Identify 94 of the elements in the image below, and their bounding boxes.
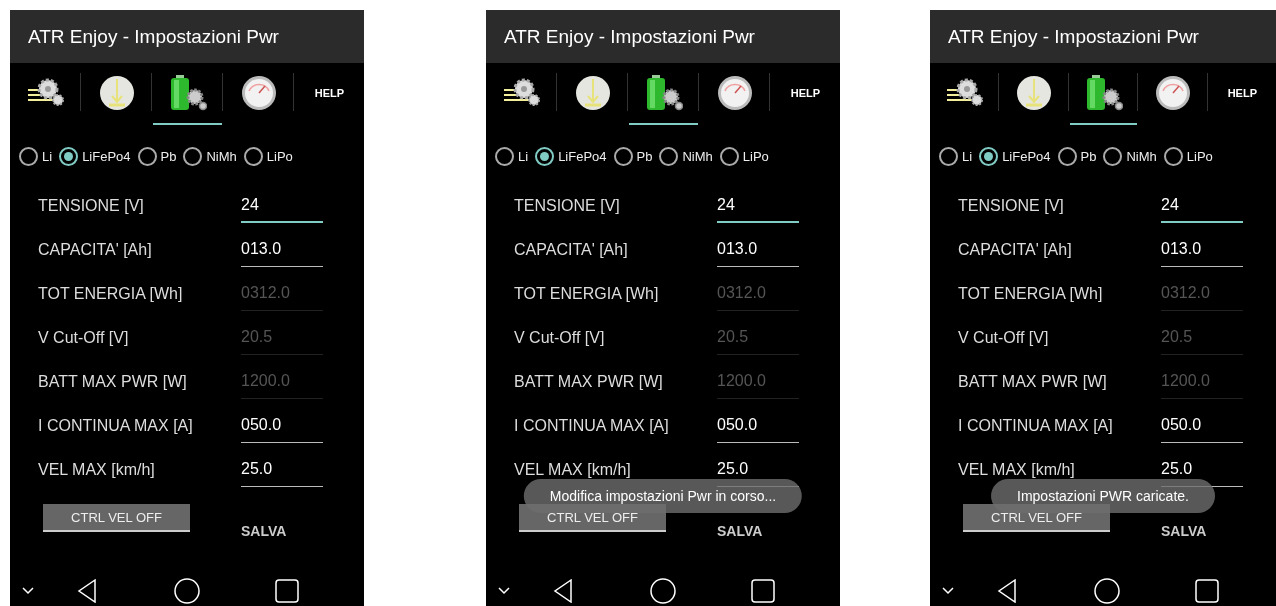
speed-control-button[interactable]: CTRL VEL OFF (43, 504, 190, 532)
chevron-down-icon[interactable] (942, 587, 954, 595)
download-icon (574, 75, 611, 111)
input-field[interactable]: 050.0 (1161, 411, 1243, 443)
field-label: TENSIONE [V] (958, 197, 1064, 215)
field-label: CAPACITA' [Ah] (38, 241, 152, 259)
field-label: TOT ENERGIA [Wh] (38, 285, 183, 303)
screen-title: ATR Enjoy - Impostazioni Pwr (504, 25, 755, 48)
battery-gear-icon (168, 75, 207, 111)
battery-type-radio[interactable]: Li (495, 146, 529, 166)
field-label: V Cut-Off [V] (958, 329, 1049, 347)
field-label: I CONTINUA MAX [A] (958, 417, 1113, 435)
back-icon[interactable] (553, 579, 573, 603)
input-field[interactable]: 24 (1161, 191, 1243, 223)
field-label: V Cut-Off [V] (38, 329, 129, 347)
gauge-icon (1154, 75, 1191, 111)
input-field[interactable]: 013.0 (1161, 235, 1243, 267)
status-toast: Modifica impostazioni Pwr in corso... (523, 479, 803, 513)
battery-type-radio[interactable]: Pb (613, 146, 653, 166)
download-icon (1016, 75, 1053, 111)
recents-icon[interactable] (1195, 579, 1219, 603)
field-label: VEL MAX [km/h] (514, 461, 631, 479)
save-button[interactable]: SALVA (717, 522, 763, 540)
battery-type-radio[interactable]: Li (939, 146, 973, 166)
home-icon[interactable] (650, 578, 676, 604)
save-button[interactable]: SALVA (1161, 522, 1207, 540)
battery-gear-icon (1084, 75, 1123, 111)
field-label: TOT ENERGIA [Wh] (514, 285, 659, 303)
radio-circle-icon[interactable] (59, 146, 79, 166)
radio-circle-icon[interactable] (613, 146, 633, 166)
chevron-down-icon[interactable] (22, 587, 34, 595)
recents-icon[interactable] (275, 579, 299, 603)
input-field[interactable]: 013.0 (241, 235, 323, 267)
field-label: I CONTINUA MAX [A] (38, 417, 193, 435)
field-label: BATT MAX PWR [W] (38, 373, 187, 391)
battery-gear-icon (644, 75, 683, 111)
field-label: I CONTINUA MAX [A] (514, 417, 669, 435)
field-label: TENSIONE [V] (514, 197, 620, 215)
back-icon[interactable] (77, 579, 97, 603)
download-icon (98, 75, 135, 111)
battery-type-radio[interactable]: Pb (137, 146, 177, 166)
field-label: VEL MAX [km/h] (38, 461, 155, 479)
battery-type-radio[interactable]: LiFePo4 (979, 146, 1051, 166)
battery-type-radio[interactable]: LiFePo4 (535, 146, 607, 166)
screen-title: ATR Enjoy - Impostazioni Pwr (28, 25, 279, 48)
recents-icon[interactable] (751, 579, 775, 603)
field-label: BATT MAX PWR [W] (514, 373, 663, 391)
input-field[interactable]: 25.0 (241, 455, 323, 487)
radio-circle-icon[interactable] (1103, 146, 1123, 166)
battery-type-radio[interactable]: NiMh (1103, 146, 1157, 166)
battery-type-radio[interactable]: Pb (1057, 146, 1097, 166)
battery-type-radio[interactable]: LiPo (1163, 146, 1213, 166)
field-label: V Cut-Off [V] (514, 329, 605, 347)
battery-type-radio[interactable]: NiMh (659, 146, 713, 166)
gauge-icon (716, 75, 753, 111)
radio-circle-icon[interactable] (243, 146, 263, 166)
radio-circle-icon[interactable] (137, 146, 157, 166)
battery-type-radio[interactable]: Li (19, 146, 53, 166)
field-label: VEL MAX [km/h] (958, 461, 1075, 479)
screen-title: ATR Enjoy - Impostazioni Pwr (948, 25, 1199, 48)
help-tab[interactable]: HELP (771, 63, 840, 125)
radio-circle-icon[interactable] (719, 146, 739, 166)
gauge-icon (240, 75, 277, 111)
field-label: BATT MAX PWR [W] (958, 373, 1107, 391)
radio-circle-icon[interactable] (939, 146, 958, 166)
radio-circle-icon[interactable] (495, 146, 514, 166)
field-label: TENSIONE [V] (38, 197, 144, 215)
status-toast: Impostazioni PWR caricate. (991, 479, 1215, 513)
battery-type-radio[interactable]: LiPo (243, 146, 293, 166)
field-label: CAPACITA' [Ah] (958, 241, 1072, 259)
radio-circle-icon[interactable] (535, 146, 555, 166)
chevron-down-icon[interactable] (498, 587, 510, 595)
input-field[interactable]: 24 (717, 191, 799, 223)
input-field[interactable]: 013.0 (717, 235, 799, 267)
input-field[interactable]: 24 (241, 191, 323, 223)
radio-circle-icon[interactable] (979, 146, 999, 166)
home-icon[interactable] (1094, 578, 1120, 604)
back-icon[interactable] (997, 579, 1017, 603)
home-icon[interactable] (174, 578, 200, 604)
radio-circle-icon[interactable] (1057, 146, 1077, 166)
input-field[interactable]: 050.0 (241, 411, 323, 443)
radio-circle-icon[interactable] (1163, 146, 1183, 166)
input-field[interactable]: 050.0 (717, 411, 799, 443)
radio-circle-icon[interactable] (183, 146, 203, 166)
help-tab[interactable]: HELP (295, 63, 364, 125)
field-label: CAPACITA' [Ah] (514, 241, 628, 259)
save-button[interactable]: SALVA (241, 522, 287, 540)
battery-type-radio[interactable]: NiMh (183, 146, 237, 166)
help-tab[interactable]: HELP (1208, 63, 1276, 125)
field-label: TOT ENERGIA [Wh] (958, 285, 1103, 303)
radio-circle-icon[interactable] (659, 146, 679, 166)
battery-type-radio[interactable]: LiFePo4 (59, 146, 131, 166)
battery-type-radio[interactable]: LiPo (719, 146, 769, 166)
radio-circle-icon[interactable] (19, 146, 38, 166)
